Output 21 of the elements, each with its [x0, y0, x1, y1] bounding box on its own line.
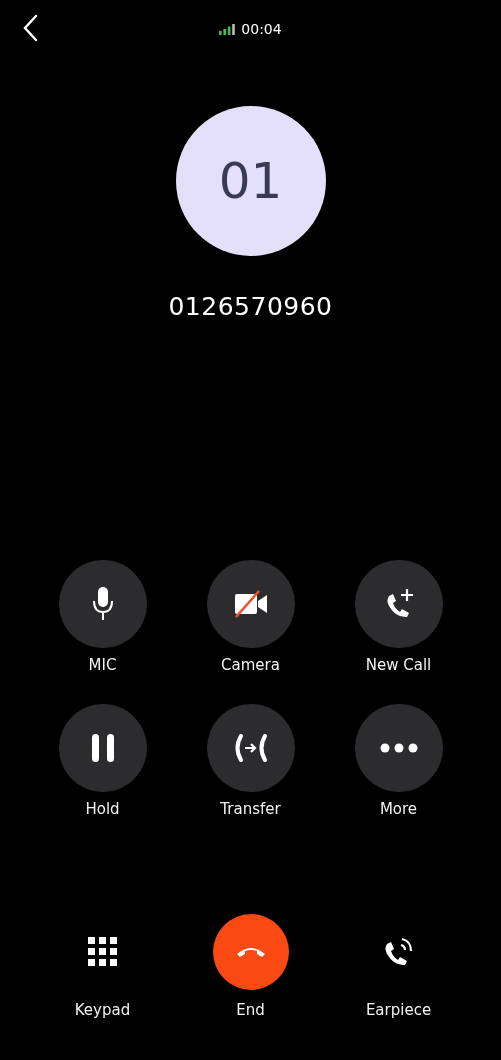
phone-number: 0126570960 — [168, 291, 333, 323]
hang-up-icon — [235, 946, 266, 958]
button-label: MIC — [88, 655, 117, 675]
signal-icon — [219, 23, 237, 35]
more-icon — [379, 743, 418, 753]
button-label: Keypad — [74, 1000, 131, 1020]
button-label: End — [236, 1000, 265, 1020]
camera-off-icon — [232, 590, 269, 618]
button-label: More — [379, 799, 418, 819]
button-label: Camera — [221, 655, 280, 675]
keypad-icon — [87, 937, 118, 967]
microphone-icon — [91, 586, 114, 622]
pause-icon — [89, 733, 116, 763]
button-label: Earpiece — [365, 1000, 432, 1020]
contact-avatar: 01 — [175, 106, 326, 256]
call-transfer-icon — [232, 734, 269, 762]
button-label: New Call — [365, 655, 432, 675]
button-label: Transfer — [220, 799, 281, 819]
call-duration: 00:04 — [241, 21, 282, 37]
back-button[interactable] — [22, 14, 38, 42]
button-label: Hold — [85, 799, 120, 819]
